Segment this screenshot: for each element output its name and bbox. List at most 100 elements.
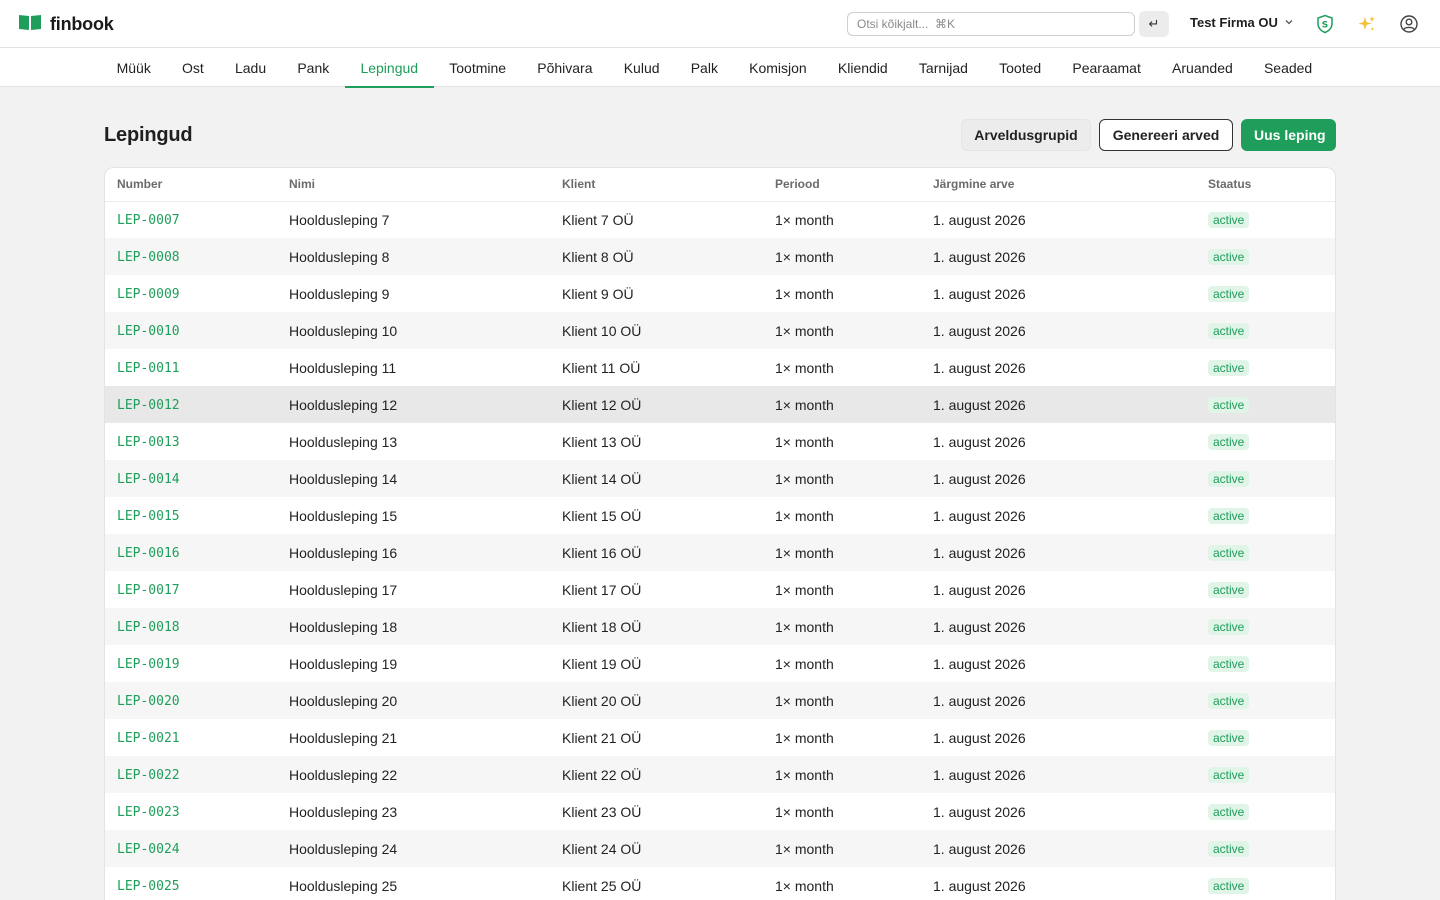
table-row[interactable]: LEP-0015 Hooldusleping 15 Klient 15 OÜ 1× m… [105,497,1335,534]
table-row[interactable]: LEP-0009 Hooldusleping 9 Klient 9 OÜ 1× mon… [105,275,1335,312]
name-cell: Hooldusleping 20 [277,682,550,719]
table-row[interactable]: LEP-0011 Hooldusleping 11 Klient 11 OÜ 1× m… [105,349,1335,386]
name-cell: Hooldusleping 11 [277,349,550,386]
tab-komisjon[interactable]: Komisjon [734,48,823,87]
status-badge: active [1208,397,1250,413]
shield-s-icon[interactable]: S [1314,13,1336,35]
client-cell: Klient 21 OÜ [550,719,763,756]
tab-kulud[interactable]: Kulud [608,48,675,87]
next-invoice-cell: 1. august 2026 [921,349,1196,386]
company-switcher[interactable]: Test Firma OU [1190,15,1294,30]
contract-number-link[interactable]: LEP-0012 [117,398,180,413]
column-header[interactable]: Klient [550,168,763,202]
table-row[interactable]: LEP-0014 Hooldusleping 14 Klient 14 OÜ 1× m… [105,460,1335,497]
table-row[interactable]: LEP-0019 Hooldusleping 19 Klient 19 OÜ 1× m… [105,645,1335,682]
table-row[interactable]: LEP-0018 Hooldusleping 18 Klient 18 OÜ 1× m… [105,608,1335,645]
tab-lepingud[interactable]: Lepingud [344,48,434,88]
status-cell: active [1196,682,1335,719]
status-badge: active [1208,730,1250,746]
contract-number-link[interactable]: LEP-0015 [117,509,180,524]
search-input[interactable] [847,12,1135,36]
tab-tarnijad[interactable]: Tarnijad [903,48,983,87]
table-row[interactable]: LEP-0017 Hooldusleping 17 Klient 17 OÜ 1× m… [105,571,1335,608]
contract-number-link[interactable]: LEP-0011 [117,361,180,376]
next-invoice-cell: 1. august 2026 [921,460,1196,497]
contract-number-link[interactable]: LEP-0016 [117,546,180,561]
table-row[interactable]: LEP-0016 Hooldusleping 16 Klient 16 OÜ 1× m… [105,534,1335,571]
period-text: 1× month [775,211,834,228]
tab-ost[interactable]: Ost [166,48,219,87]
period-text: 1× month [775,655,834,672]
period-text: 1× month [775,840,834,857]
tab-kliendid[interactable]: Kliendid [822,48,903,87]
tab-tootmine[interactable]: Tootmine [434,48,522,87]
tab-ladu[interactable]: Ladu [219,48,281,87]
contract-number-link[interactable]: LEP-0013 [117,435,180,450]
tab-müük[interactable]: Müük [101,48,166,87]
period-text: 1× month [775,285,834,302]
name-text: Hooldusleping 24 [289,840,398,857]
table-row[interactable]: LEP-0025 Hooldusleping 25 Klient 25 OÜ 1× m… [105,867,1335,900]
tab-aruanded[interactable]: Aruanded [1156,48,1248,87]
tab-tooted[interactable]: Tooted [984,48,1057,87]
contract-number-link[interactable]: LEP-0014 [117,472,180,487]
next-invoice-cell: 1. august 2026 [921,719,1196,756]
table-row[interactable]: LEP-0022 Hooldusleping 22 Klient 22 OÜ 1× m… [105,756,1335,793]
name-text: Hooldusleping 16 [289,544,398,561]
contract-number-link[interactable]: LEP-0021 [117,731,180,746]
contract-number-link[interactable]: LEP-0020 [117,694,180,709]
billing-groups-button[interactable]: Arveldusgrupid [961,119,1091,151]
brand[interactable]: finbook [18,12,114,37]
table-row[interactable]: LEP-0010 Hooldusleping 10 Klient 10 OÜ 1× m… [105,312,1335,349]
contract-number-link[interactable]: LEP-0008 [117,250,180,265]
contract-number-link[interactable]: LEP-0022 [117,768,180,783]
name-cell: Hooldusleping 16 [277,534,550,571]
period-cell: 1× month [763,571,921,608]
sparkles-icon[interactable] [1356,13,1378,35]
status-cell: active [1196,460,1335,497]
contract-number-link[interactable]: LEP-0018 [117,620,180,635]
user-circle-icon[interactable] [1398,13,1420,35]
status-badge: active [1208,841,1250,857]
status-cell: active [1196,719,1335,756]
table-row[interactable]: LEP-0023 Hooldusleping 23 Klient 23 OÜ 1× m… [105,793,1335,830]
column-header[interactable]: Number [105,168,277,202]
contract-number-link[interactable]: LEP-0024 [117,842,180,857]
tab-seaded[interactable]: Seaded [1248,48,1327,87]
contract-number-link[interactable]: LEP-0023 [117,805,180,820]
contract-number-link[interactable]: LEP-0017 [117,583,180,598]
generate-invoices-button[interactable]: Genereeri arved [1099,119,1233,151]
table-row[interactable]: LEP-0021 Hooldusleping 21 Klient 21 OÜ 1× m… [105,719,1335,756]
table-row[interactable]: LEP-0020 Hooldusleping 20 Klient 20 OÜ 1× m… [105,682,1335,719]
period-text: 1× month [775,433,834,450]
contract-number-link[interactable]: LEP-0009 [117,287,180,302]
contract-number-link[interactable]: LEP-0025 [117,879,180,894]
next-invoice-text: 1. august 2026 [933,470,1026,487]
contract-number-link[interactable]: LEP-0007 [117,213,180,228]
table-row[interactable]: LEP-0013 Hooldusleping 13 Klient 13 OÜ 1× m… [105,423,1335,460]
tab-pank[interactable]: Pank [282,48,345,87]
client-cell: Klient 18 OÜ [550,608,763,645]
tab-palk[interactable]: Palk [675,48,733,87]
contract-number-link[interactable]: LEP-0019 [117,657,180,672]
table-header-row: Number Nimi Klient Periood Järgmine arve Staa… [105,168,1335,202]
tab-põhivara[interactable]: Põhivara [522,48,608,87]
search-submit-button[interactable]: ↵ [1139,11,1169,37]
contract-number-link[interactable]: LEP-0010 [117,324,180,339]
name-cell: Hooldusleping 21 [277,719,550,756]
table-row[interactable]: LEP-0008 Hooldusleping 8 Klient 8 OÜ 1× mon… [105,238,1335,275]
number-cell: LEP-0015 [105,497,277,534]
column-header[interactable]: Järgmine arve [921,168,1196,202]
tab-pearaamat[interactable]: Pearaamat [1057,48,1157,87]
column-header[interactable]: Nimi [277,168,550,202]
table-row[interactable]: LEP-0007 Hooldusleping 7 Klient 7 OÜ 1× mon… [105,201,1335,238]
table-row[interactable]: LEP-0024 Hooldusleping 24 Klient 24 OÜ 1× m… [105,830,1335,867]
column-header[interactable]: Staatus [1196,168,1335,202]
period-cell: 1× month [763,867,921,900]
next-invoice-text: 1. august 2026 [933,877,1026,894]
client-text: Klient 22 OÜ [562,766,642,783]
column-header[interactable]: Periood [763,168,921,202]
new-contract-button[interactable]: Uus leping [1241,119,1336,151]
client-text: Klient 15 OÜ [562,507,642,524]
table-row[interactable]: LEP-0012 Hooldusleping 12 Klient 12 OÜ 1× m… [105,386,1335,423]
